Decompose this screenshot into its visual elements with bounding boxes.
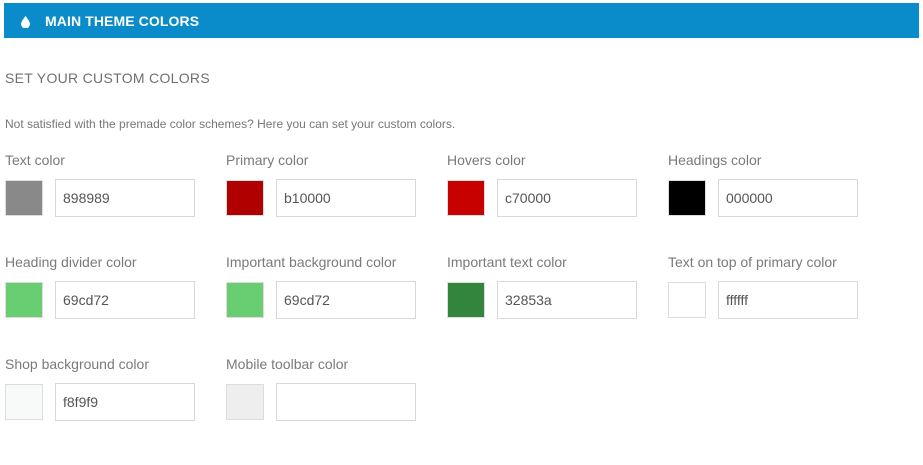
color-swatch[interactable] bbox=[226, 384, 264, 420]
hex-input[interactable] bbox=[55, 383, 195, 421]
hex-input[interactable] bbox=[497, 179, 637, 217]
hex-input[interactable] bbox=[497, 281, 637, 319]
color-field-heading-divider: Heading divider color bbox=[5, 254, 225, 344]
color-field-label: Text on top of primary color bbox=[668, 254, 837, 270]
color-field-shop-background: Shop background color bbox=[5, 356, 225, 446]
section-title: SET YOUR CUSTOM COLORS bbox=[5, 70, 210, 86]
hex-input[interactable] bbox=[55, 281, 195, 319]
color-field-label: Text color bbox=[5, 152, 65, 168]
color-swatch[interactable] bbox=[5, 180, 43, 216]
color-field-label: Headings color bbox=[668, 152, 762, 168]
color-swatch[interactable] bbox=[668, 282, 706, 318]
color-field-label: Mobile toolbar color bbox=[226, 356, 349, 372]
color-field-label: Important background color bbox=[226, 254, 397, 270]
drop-icon bbox=[21, 15, 30, 33]
section-header[interactable]: MAIN THEME COLORS bbox=[4, 3, 919, 38]
color-swatch[interactable] bbox=[226, 282, 264, 318]
color-swatch[interactable] bbox=[5, 384, 43, 420]
hex-input[interactable] bbox=[718, 179, 858, 217]
color-field-hovers: Hovers color bbox=[447, 152, 667, 242]
color-swatch[interactable] bbox=[447, 282, 485, 318]
section-description: Not satisfied with the premade color sch… bbox=[5, 117, 456, 131]
color-field-label: Shop background color bbox=[5, 356, 149, 372]
color-field-text-on-primary: Text on top of primary color bbox=[668, 254, 888, 344]
color-swatch[interactable] bbox=[226, 180, 264, 216]
color-swatch[interactable] bbox=[447, 180, 485, 216]
hex-input[interactable] bbox=[718, 281, 858, 319]
color-field-label: Important text color bbox=[447, 254, 567, 270]
color-field-label: Heading divider color bbox=[5, 254, 137, 270]
hex-input[interactable] bbox=[276, 179, 416, 217]
color-field-primary: Primary color bbox=[226, 152, 446, 242]
color-field-mobile-toolbar: Mobile toolbar color bbox=[226, 356, 446, 446]
color-swatch[interactable] bbox=[668, 180, 706, 216]
color-field-label: Hovers color bbox=[447, 152, 526, 168]
color-field-important-text: Important text color bbox=[447, 254, 667, 344]
hex-input[interactable] bbox=[276, 383, 416, 421]
section-header-title: MAIN THEME COLORS bbox=[45, 13, 200, 29]
color-field-headings: Headings color bbox=[668, 152, 888, 242]
color-field-text: Text color bbox=[5, 152, 225, 242]
color-field-label: Primary color bbox=[226, 152, 309, 168]
hex-input[interactable] bbox=[55, 179, 195, 217]
color-swatch[interactable] bbox=[5, 282, 43, 318]
color-field-important-background: Important background color bbox=[226, 254, 446, 344]
hex-input[interactable] bbox=[276, 281, 416, 319]
